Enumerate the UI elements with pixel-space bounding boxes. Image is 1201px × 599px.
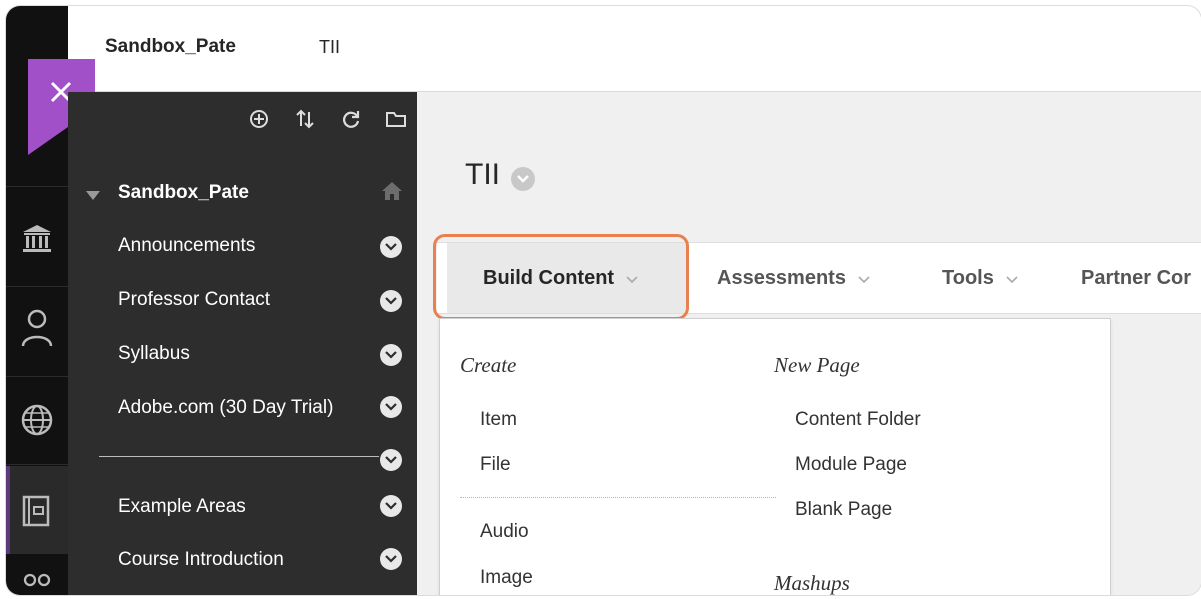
folder-icon[interactable] — [385, 108, 407, 130]
menu-item-course-introduction[interactable]: Course Introduction — [118, 549, 284, 571]
chevron-down-icon[interactable] — [380, 344, 402, 366]
partner-content-label: Partner Cor — [1081, 266, 1192, 289]
partner-content-button[interactable]: Partner Cor — [1081, 243, 1191, 313]
globe-icon[interactable] — [20, 403, 54, 437]
breadcrumb-current: TII — [319, 37, 340, 57]
user-icon[interactable] — [20, 308, 54, 347]
course-menu-title[interactable]: Sandbox_Pate — [118, 182, 249, 204]
dropdown-divider — [460, 497, 776, 498]
chevron-down-icon[interactable] — [380, 449, 402, 471]
chevron-down-icon[interactable] — [380, 495, 402, 517]
dropdown-item-module-page[interactable]: Module Page — [795, 454, 907, 476]
app-window: Sandbox_Pate TII Sandbox_Pate Announceme… — [6, 6, 1201, 595]
page-title: TII — [465, 158, 500, 191]
tools-label: Tools — [942, 266, 994, 289]
chevron-down-icon — [1006, 267, 1018, 290]
chevron-down-icon[interactable] — [511, 167, 535, 191]
dropdown-item-image[interactable]: Image — [480, 567, 533, 589]
chevron-down-icon — [858, 267, 870, 290]
highlight-callout — [433, 234, 689, 320]
chevron-down-icon[interactable] — [380, 548, 402, 570]
tools-button[interactable]: Tools — [942, 243, 1018, 313]
assessments-label: Assessments — [717, 266, 846, 289]
refresh-icon[interactable] — [340, 108, 362, 130]
institution-icon[interactable] — [20, 222, 54, 256]
home-icon[interactable] — [380, 180, 404, 207]
menu-item-adobe-trial[interactable]: Adobe.com (30 Day Trial) — [118, 397, 333, 419]
menu-item-professor-contact[interactable]: Professor Contact — [118, 289, 270, 311]
course-name-link[interactable]: Sandbox_Pate — [105, 36, 236, 58]
rail-divider — [6, 464, 68, 465]
dropdown-item-content-folder[interactable]: Content Folder — [795, 409, 921, 431]
chevron-down-icon[interactable] — [380, 396, 402, 418]
menu-divider — [99, 456, 379, 457]
add-icon[interactable] — [248, 108, 270, 130]
create-heading: Create — [460, 353, 517, 377]
courses-icon[interactable] — [20, 494, 54, 528]
groups-icon[interactable] — [20, 572, 54, 595]
dropdown-item-blank-page[interactable]: Blank Page — [795, 499, 892, 521]
menu-item-announcements[interactable]: Announcements — [118, 235, 255, 257]
course-menu: Sandbox_Pate Announcements Professor Con… — [68, 92, 417, 595]
dropdown-item-item[interactable]: Item — [480, 409, 517, 431]
rail-divider — [6, 186, 68, 187]
rail-divider — [6, 286, 68, 287]
build-content-dropdown: Create Item File Audio Image New Page Co… — [439, 318, 1111, 595]
dropdown-item-file[interactable]: File — [480, 454, 511, 476]
top-header: Sandbox_Pate TII — [68, 6, 1201, 92]
rail-divider — [6, 376, 68, 377]
assessments-button[interactable]: Assessments — [717, 243, 870, 313]
menu-item-example-areas[interactable]: Example Areas — [118, 496, 246, 518]
mashups-heading: Mashups — [774, 571, 850, 595]
new-page-heading: New Page — [774, 353, 860, 377]
chevron-down-icon[interactable] — [380, 236, 402, 258]
sort-icon[interactable] — [294, 108, 316, 130]
dropdown-item-audio[interactable]: Audio — [480, 521, 529, 543]
chevron-down-icon[interactable] — [380, 290, 402, 312]
collapse-triangle-icon[interactable] — [86, 191, 100, 200]
menu-item-syllabus[interactable]: Syllabus — [118, 343, 190, 365]
